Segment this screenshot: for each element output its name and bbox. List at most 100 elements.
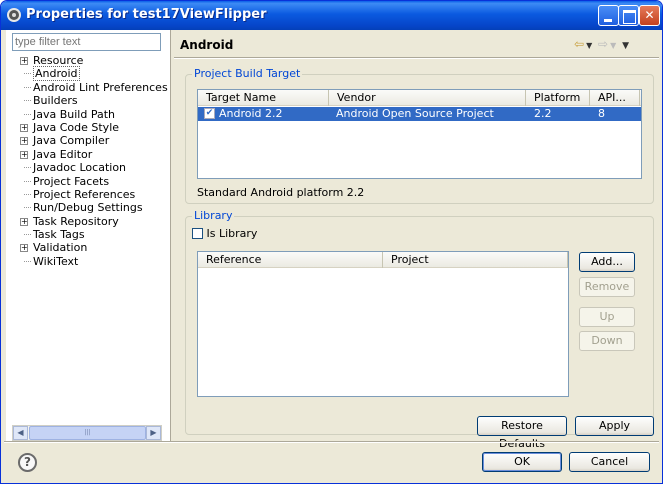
tree-item-label: Java Editor xyxy=(33,147,93,161)
tree-item-label: Java Compiler xyxy=(33,134,110,148)
add-library-button[interactable]: Add... xyxy=(579,252,635,272)
expand-icon[interactable]: + xyxy=(20,217,28,226)
back-arrow-icon[interactable]: ⇦ xyxy=(574,37,584,51)
bottom-separator xyxy=(4,441,659,443)
filter-input[interactable] xyxy=(12,33,161,51)
tree-item[interactable]: + Validation xyxy=(6,241,171,254)
tree-item-label: Task Repository xyxy=(33,214,119,228)
tree-item-label: WikiText xyxy=(33,254,79,268)
forward-arrow-icon[interactable]: ⇨ xyxy=(598,37,608,51)
tree-item[interactable]: Javadoc Location xyxy=(6,161,171,174)
dialog-body: +ResourceAndroidAndroid Lint Preferences… xyxy=(4,30,659,481)
library-table[interactable]: Reference Project xyxy=(197,251,569,397)
remove-library-button[interactable]: Remove xyxy=(579,277,635,297)
tree-item-label: Builders xyxy=(33,94,78,108)
scroll-left-icon[interactable]: ◀ xyxy=(13,426,28,440)
view-menu-icon[interactable]: ▼ xyxy=(622,41,629,51)
library-table-header: Reference Project xyxy=(198,252,568,268)
tree-item[interactable]: + Java Editor xyxy=(6,148,171,161)
tree-item[interactable]: + Task Repository xyxy=(6,215,171,228)
column-target-name[interactable]: Target Name xyxy=(198,90,329,106)
target-checkbox[interactable]: ✔ xyxy=(204,108,215,119)
expand-icon[interactable]: + xyxy=(20,57,28,65)
restore-defaults-button[interactable]: Restore Defaults xyxy=(477,416,567,450)
library-group: Library Is Library Reference Project Add… xyxy=(185,209,654,435)
properties-window: Properties for test17ViewFlipper ✕ + Reso… xyxy=(0,0,663,484)
tree-connector xyxy=(24,207,31,209)
tree-connector xyxy=(24,193,31,195)
target-name-cell: Android 2.2 xyxy=(219,107,283,120)
tree-connector xyxy=(24,73,31,75)
forward-dropdown-icon[interactable]: ▼ xyxy=(610,41,616,50)
is-library-checkbox[interactable] xyxy=(192,228,203,239)
build-target-table[interactable]: Target Name Vendor Platform API... ✔ And… xyxy=(197,89,642,179)
library-group-label: Library xyxy=(192,209,235,222)
tree-item[interactable]: Builders xyxy=(6,94,171,107)
tree-item-label: Resource xyxy=(33,54,84,67)
tree-connector xyxy=(24,180,31,182)
cancel-button[interactable]: Cancel xyxy=(569,452,650,472)
page-navigation: ⇦ ▼ ⇨ ▼ ▼ xyxy=(574,37,631,51)
tree-item-label: Android xyxy=(33,66,80,82)
is-library-label: Is Library xyxy=(206,227,258,240)
column-vendor[interactable]: Vendor xyxy=(329,90,526,106)
tree-connector xyxy=(24,86,31,88)
column-api[interactable]: API... xyxy=(590,90,640,106)
tree-item[interactable]: + Java Code Style xyxy=(6,121,171,134)
column-reference[interactable]: Reference xyxy=(198,252,383,268)
api-cell: 8 xyxy=(598,107,605,120)
scroll-thumb[interactable]: ||| xyxy=(29,426,146,440)
table-row[interactable]: ✔ Android 2.2 Android Open Source Projec… xyxy=(198,107,641,121)
tree-item-label: Project Facets xyxy=(33,174,110,188)
expand-icon[interactable]: + xyxy=(20,150,28,159)
tree-item[interactable]: WikiText xyxy=(6,255,171,268)
apply-button[interactable]: Apply xyxy=(575,416,654,436)
expand-icon[interactable]: + xyxy=(20,123,28,132)
tree-item[interactable]: Android Lint Preferences xyxy=(6,81,171,94)
tree-connector xyxy=(24,234,31,236)
column-platform[interactable]: Platform xyxy=(526,90,590,106)
platform-cell: 2.2 xyxy=(534,107,552,120)
move-up-button[interactable]: Up xyxy=(579,307,635,327)
back-dropdown-icon[interactable]: ▼ xyxy=(586,41,592,50)
tree-item-label: Task Tags xyxy=(33,228,85,242)
help-icon[interactable]: ? xyxy=(18,453,37,472)
is-library-option[interactable]: Is Library xyxy=(192,226,257,240)
tree-item[interactable]: + Java Compiler xyxy=(6,134,171,147)
build-target-group-label: Project Build Target xyxy=(192,67,303,80)
close-button[interactable]: ✕ xyxy=(639,5,660,26)
column-project[interactable]: Project xyxy=(383,252,568,268)
tree-connector xyxy=(24,167,31,169)
window-title: Properties for test17ViewFlipper xyxy=(26,7,267,22)
tree-item[interactable]: Run/Debug Settings xyxy=(6,201,171,214)
move-down-button[interactable]: Down xyxy=(579,331,635,351)
property-tree: + Resource Android Android Lint Preferences… xyxy=(6,54,171,268)
title-separator xyxy=(174,57,659,59)
tree-horizontal-scrollbar[interactable]: ◀ ||| ▶ xyxy=(12,425,162,441)
tree-item-label: Java Code Style xyxy=(33,120,120,134)
tree-item[interactable]: Project References xyxy=(6,188,171,201)
tree-item[interactable]: Android xyxy=(6,66,171,82)
scroll-right-icon[interactable]: ▶ xyxy=(146,426,161,440)
tree-item[interactable]: Project Facets xyxy=(6,175,171,188)
ok-button[interactable]: OK xyxy=(482,452,562,472)
tree-item-label: Validation xyxy=(33,241,88,255)
tree-connector xyxy=(24,260,31,262)
tree-item-label: Android Lint Preferences xyxy=(33,80,168,94)
tree-item[interactable]: Task Tags xyxy=(6,228,171,241)
build-target-group: Project Build Target Target Name Vendor … xyxy=(185,67,654,204)
expand-icon[interactable]: + xyxy=(20,244,28,253)
eclipse-icon xyxy=(7,8,21,22)
maximize-button[interactable] xyxy=(618,5,639,26)
expand-icon[interactable]: + xyxy=(20,137,28,146)
build-target-table-header: Target Name Vendor Platform API... xyxy=(198,90,641,106)
tree-item[interactable]: + Resource xyxy=(6,54,171,67)
tree-item-label: Javadoc Location xyxy=(33,161,127,175)
page-title: Android xyxy=(180,38,234,52)
title-bar[interactable]: Properties for test17ViewFlipper ✕ xyxy=(1,1,662,30)
tree-item-label: Project References xyxy=(33,187,136,201)
vendor-cell: Android Open Source Project xyxy=(336,107,494,120)
tree-item[interactable]: Java Build Path xyxy=(6,108,171,121)
minimize-button[interactable] xyxy=(598,5,619,26)
tree-item-label: Java Build Path xyxy=(33,107,116,121)
